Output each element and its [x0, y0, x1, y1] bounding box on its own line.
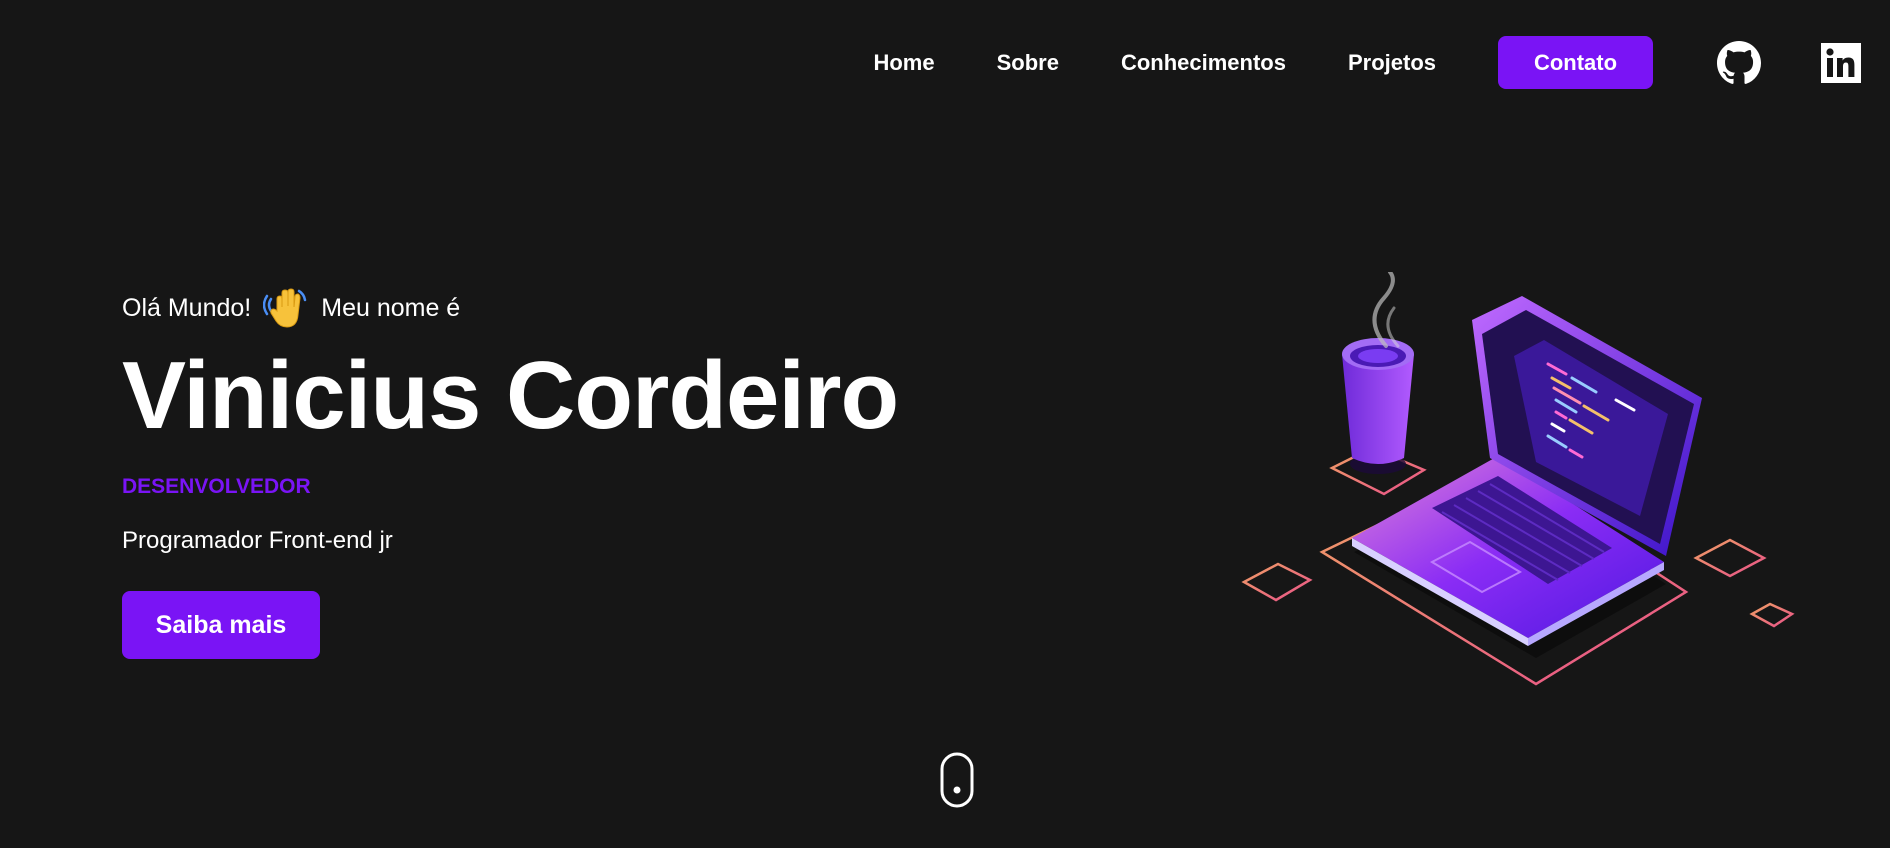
nav-link-projetos[interactable]: Projetos	[1348, 50, 1436, 76]
main-nav: Home Sobre Conhecimentos Projetos Contat…	[873, 36, 1864, 89]
greeting-suffix: Meu nome é	[321, 293, 461, 322]
linkedin-icon[interactable]	[1818, 40, 1864, 86]
hero-description: Programador Front-end jr	[122, 527, 393, 554]
hero-role: DESENVOLVEDOR	[122, 475, 311, 498]
laptop-coffee-illustration	[1241, 272, 1795, 686]
contact-button[interactable]: Contato	[1498, 36, 1653, 89]
hero-section: Olá Mundo! Meu nome é Vinicius Cordeiro …	[122, 285, 899, 659]
nav-link-sobre[interactable]: Sobre	[997, 50, 1059, 76]
greeting-line: Olá Mundo! Meu nome é	[122, 285, 898, 331]
hero-name: Vinicius Cordeiro	[122, 342, 899, 449]
greeting-text: Olá Mundo!	[122, 293, 252, 322]
nav-link-conhecimentos[interactable]: Conhecimentos	[1121, 50, 1286, 76]
waving-hand-icon	[263, 288, 307, 328]
github-icon[interactable]	[1716, 40, 1762, 86]
mouse-scroll-icon[interactable]	[940, 752, 974, 808]
learn-more-button[interactable]: Saiba mais	[122, 591, 320, 659]
nav-link-home[interactable]: Home	[873, 50, 934, 76]
